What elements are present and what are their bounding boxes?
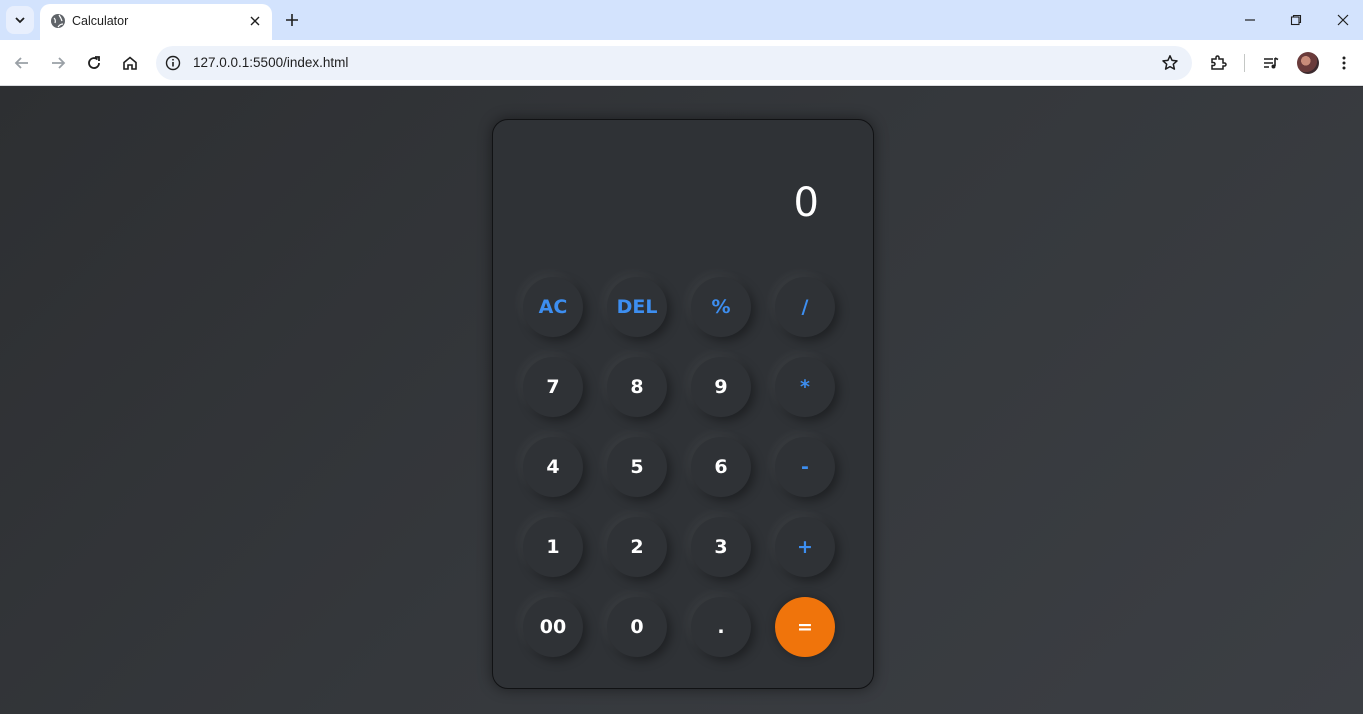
active-tab[interactable]: Calculator xyxy=(40,4,272,40)
toolbar-divider xyxy=(1244,54,1245,72)
restore-icon xyxy=(1290,14,1302,26)
key-button[interactable]: % xyxy=(691,277,751,337)
reload-button[interactable] xyxy=(80,49,108,77)
key-button[interactable]: + xyxy=(775,517,835,577)
url-text[interactable]: 127.0.0.1:5500/index.html xyxy=(193,55,348,70)
tab-title: Calculator xyxy=(72,14,129,28)
address-bar[interactable]: 127.0.0.1:5500/index.html xyxy=(156,46,1192,80)
key-button[interactable]: 1 xyxy=(523,517,583,577)
key-button[interactable]: 0 xyxy=(607,597,667,657)
minimize-button[interactable] xyxy=(1238,8,1262,32)
bookmark-star-icon[interactable] xyxy=(1160,53,1180,73)
new-tab-button[interactable] xyxy=(280,8,304,32)
chevron-down-icon xyxy=(15,17,25,24)
key-button[interactable]: 4 xyxy=(523,437,583,497)
profile-avatar[interactable] xyxy=(1297,52,1319,74)
key-button[interactable]: / xyxy=(775,277,835,337)
tab-close-icon[interactable] xyxy=(246,12,264,30)
reload-icon xyxy=(88,56,100,69)
close-icon xyxy=(1337,14,1349,26)
calculator-display: 0 xyxy=(793,180,819,226)
key-button[interactable]: 8 xyxy=(607,357,667,417)
site-info-icon[interactable] xyxy=(164,54,182,72)
puzzle-icon xyxy=(1211,55,1227,70)
key-button[interactable]: AC xyxy=(523,277,583,337)
key-button[interactable]: 6 xyxy=(691,437,751,497)
forward-button[interactable] xyxy=(44,49,72,77)
key-button[interactable]: = xyxy=(775,597,835,657)
plus-icon xyxy=(286,14,298,26)
key-button[interactable]: - xyxy=(775,437,835,497)
key-button[interactable]: 2 xyxy=(607,517,667,577)
key-button[interactable]: 00 xyxy=(523,597,583,657)
key-button[interactable]: 7 xyxy=(523,357,583,417)
key-button[interactable]: 5 xyxy=(607,437,667,497)
back-button[interactable] xyxy=(8,49,36,77)
close-window-button[interactable] xyxy=(1331,8,1355,32)
key-button[interactable]: . xyxy=(691,597,751,657)
calculator: 0 AC DEL%/7 8 9 * 4 5 6-1 2 3 +00 0. = xyxy=(492,119,874,689)
key-button[interactable]: 9 xyxy=(691,357,751,417)
menu-button[interactable] xyxy=(1330,49,1358,77)
browser-toolbar: 127.0.0.1:5500/index.html xyxy=(0,40,1363,86)
media-queue-icon xyxy=(1264,57,1279,69)
more-vertical-icon xyxy=(1342,56,1346,70)
arrow-left-icon xyxy=(14,57,28,69)
media-control-button[interactable] xyxy=(1257,49,1285,77)
home-button[interactable] xyxy=(116,49,144,77)
tab-strip: Calculator xyxy=(0,0,1363,40)
page-viewport: 0 AC DEL%/7 8 9 * 4 5 6-1 2 3 +00 0. = xyxy=(0,87,1363,714)
key-button[interactable]: DEL xyxy=(607,277,667,337)
arrow-right-icon xyxy=(52,57,66,69)
tab-search-button[interactable] xyxy=(6,6,34,34)
globe-icon xyxy=(51,14,65,28)
restore-button[interactable] xyxy=(1284,8,1308,32)
home-icon xyxy=(123,56,137,70)
extensions-button[interactable] xyxy=(1204,49,1232,77)
key-button[interactable]: * xyxy=(775,357,835,417)
key-button[interactable]: 3 xyxy=(691,517,751,577)
minimize-icon xyxy=(1245,19,1255,21)
